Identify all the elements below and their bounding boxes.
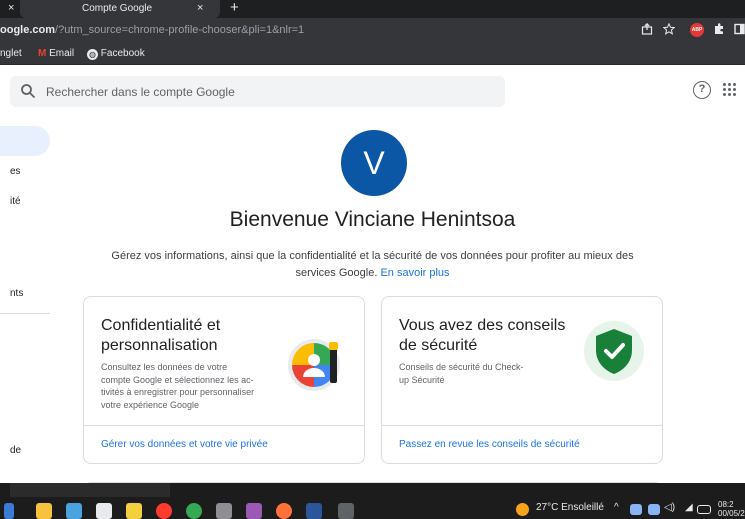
new-tab-button[interactable]: + <box>230 0 239 16</box>
nav-item-security[interactable]: ité <box>10 196 21 207</box>
security-card-desc-line2: up Sécurité <box>399 374 445 385</box>
security-shield-icon <box>584 321 644 381</box>
taskbar-app2-icon[interactable] <box>246 503 262 519</box>
taskbar-chrome-icon[interactable] <box>186 503 202 519</box>
intro-text: Gérez vos informations, ainsi que la con… <box>111 250 634 279</box>
intro-paragraph: Gérez vos informations, ainsi que la con… <box>90 248 655 282</box>
help-icon[interactable]: ? <box>693 81 711 99</box>
bookmark-email-label: Email <box>49 48 75 59</box>
taskbar-explorer-icon[interactable] <box>66 503 82 519</box>
bookmark-star-icon[interactable] <box>663 23 675 35</box>
share-icon[interactable] <box>641 23 653 35</box>
address-bar[interactable]: oogle.com/?utm_source=chrome-profile-cho… <box>0 24 304 36</box>
taskbar-mail-icon[interactable] <box>96 503 112 519</box>
weather-status[interactable]: 27°C Ensoleillé <box>536 502 604 513</box>
bookmark-facebook[interactable]: ◍ Facebook <box>87 48 145 60</box>
taskbar-opera-icon[interactable] <box>156 503 172 519</box>
bookmarks-bar: nglet M Email ◍ Facebook <box>0 43 745 65</box>
browser-toolbar: oogle.com/?utm_source=chrome-profile-cho… <box>0 18 745 43</box>
privacy-card-description: Consultez les données de votre compte Go… <box>101 361 254 411</box>
clock-time: 08:2 <box>718 500 734 509</box>
url-path: /?utm_source=chrome-profile-chooser&pli=… <box>55 24 305 36</box>
tab-title: Compte Google <box>82 3 153 14</box>
globe-icon: ◍ <box>87 49 98 60</box>
nav-item-personal-info[interactable]: es <box>10 166 21 177</box>
privacy-card-title-line1: Confidentialité et <box>101 317 221 334</box>
url-host: oogle.com <box>0 24 56 36</box>
privacy-illustration-icon <box>288 339 340 391</box>
profile-avatar[interactable]: V <box>341 130 407 196</box>
start-button[interactable] <box>4 503 14 519</box>
extensions-puzzle-icon[interactable] <box>713 23 725 35</box>
taskbar-active-app-icon[interactable] <box>338 503 354 519</box>
taskbar-word-icon[interactable] <box>306 503 322 519</box>
welcome-heading: Bienvenue Vinciane Henintsoa <box>229 208 516 231</box>
security-card[interactable]: Vous avez des conseils de sécurité Conse… <box>381 296 663 464</box>
wifi-icon[interactable]: ◢ <box>685 502 693 513</box>
tray-network-icon[interactable] <box>630 504 642 515</box>
security-card-title-line1: Vous avez des conseils <box>399 317 566 334</box>
bookmark-facebook-label: Facebook <box>100 48 145 59</box>
adblock-extension-icon[interactable]: ABP <box>690 23 704 37</box>
taskbar-store-icon[interactable] <box>36 503 52 519</box>
active-tab[interactable]: Compte Google × <box>20 0 220 18</box>
tray-app-icon[interactable] <box>648 504 660 515</box>
privacy-card-title-line2: personnalisation <box>101 337 218 354</box>
privacy-card-desc-line4: votre expérience Google <box>101 399 200 410</box>
nav-divider <box>0 313 50 314</box>
tab-close-icon[interactable]: × <box>197 2 203 14</box>
screen: { "browser": { "tab_title": "Compte Goog… <box>0 0 745 519</box>
security-card-desc-line1: Conseils de sécurité du Check- <box>399 362 524 372</box>
nav-item-home-active[interactable] <box>0 126 50 156</box>
taskbar-clock[interactable]: 08:2 00/05/2 <box>718 500 745 518</box>
taskbar-firefox-icon[interactable] <box>276 503 292 519</box>
google-apps-icon[interactable] <box>723 83 737 97</box>
privacy-card-footer: Gérer vos données et votre vie privée <box>84 425 364 463</box>
nav-item-payments[interactable]: nts <box>10 288 23 299</box>
account-search-box[interactable] <box>10 76 505 107</box>
clock-date: 00/05/2 <box>718 509 745 518</box>
bookmark-new-tab[interactable]: nglet <box>0 48 22 59</box>
nav-item-help[interactable]: de <box>10 445 21 456</box>
security-card-title-line2: de sécurité <box>399 337 478 354</box>
privacy-card-title: Confidentialité et personnalisation <box>101 316 220 356</box>
privacy-card[interactable]: Confidentialité et personnalisation Cons… <box>83 296 365 464</box>
learn-more-link[interactable]: En savoir plus <box>380 267 449 279</box>
privacy-card-desc-line1: Consultez les données de votre <box>101 362 228 372</box>
taskbar-app-icon[interactable] <box>216 503 232 519</box>
search-input[interactable] <box>46 76 486 107</box>
previous-tab-close-icon[interactable]: × <box>8 2 14 14</box>
security-card-title: Vous avez des conseils de sécurité <box>399 316 565 356</box>
weather-sun-icon <box>516 503 529 516</box>
security-card-footer: Passez en revue les conseils de sécurité <box>382 425 662 463</box>
gmail-icon: M <box>38 48 47 59</box>
taskbar-tooltip <box>10 483 170 497</box>
side-panel-icon[interactable] <box>734 23 745 35</box>
privacy-card-desc-line3: tivités à enregistrer pour personnaliser <box>101 387 255 397</box>
browser-tab-strip: × Compte Google × + <box>0 0 745 18</box>
search-icon[interactable] <box>20 83 36 99</box>
account-header: ? <box>0 65 745 117</box>
taskbar-files-icon[interactable] <box>126 503 142 519</box>
privacy-card-desc-line2: compte Google et sélectionnez les ac- <box>101 374 254 385</box>
tray-chevron-icon[interactable]: ^ <box>614 502 619 513</box>
keyboard-icon[interactable] <box>697 505 711 514</box>
security-card-description: Conseils de sécurité du Check- up Sécuri… <box>399 361 524 386</box>
volume-icon[interactable]: ◁) <box>664 502 675 513</box>
bookmark-email[interactable]: M Email <box>38 48 74 59</box>
manage-privacy-link[interactable]: Gérer vos données et votre vie privée <box>101 439 268 450</box>
review-security-link[interactable]: Passez en revue les conseils de sécurité <box>399 439 580 450</box>
